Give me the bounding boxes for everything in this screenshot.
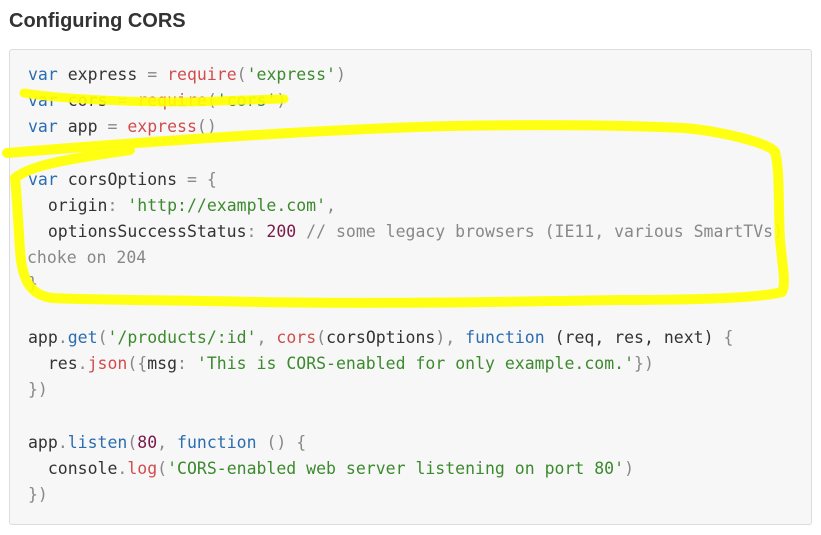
punctuation: ): [335, 65, 346, 84]
function-call: require: [167, 65, 237, 84]
punctuation: {: [296, 433, 307, 452]
punctuation: ,: [256, 328, 277, 347]
identifier: console: [28, 459, 118, 478]
code-line: var cors = require('cors'): [28, 88, 286, 114]
punctuation: (: [157, 459, 168, 478]
code-line: var express = require('express'): [28, 62, 346, 88]
identifier: corsOptions: [57, 170, 187, 189]
keyword-var: var: [28, 170, 58, 189]
identifier: res: [28, 354, 78, 373]
code-line: }): [28, 482, 48, 508]
string-literal: 'http://example.com': [127, 196, 327, 215]
punctuation: (: [206, 91, 217, 110]
punctuation: (): [196, 117, 217, 136]
punctuation: (: [316, 328, 327, 347]
identifier: cors: [57, 91, 118, 110]
code-line: console.log('CORS-enabled web server lis…: [28, 456, 634, 482]
code-line: app.listen(80, function () {: [28, 430, 306, 456]
code-line: app.get('/products/:id', cors(corsOption…: [28, 325, 733, 351]
punctuation: }: [28, 274, 38, 293]
keyword-function: function: [465, 328, 545, 347]
function-call: require: [137, 91, 207, 110]
punctuation: .: [77, 354, 88, 373]
punctuation: }): [28, 485, 48, 504]
punctuation: (: [127, 433, 138, 452]
punctuation: .: [117, 459, 128, 478]
identifier: express: [57, 65, 148, 84]
punctuation: .: [57, 328, 68, 347]
operator: =: [147, 65, 158, 84]
keyword-var: var: [28, 117, 58, 136]
punctuation: ({: [127, 354, 148, 373]
section-heading: Configuring CORS: [9, 10, 186, 32]
code-comment: // some legacy browsers (IE11, various S…: [296, 222, 783, 241]
string-literal: 'cors': [216, 91, 277, 110]
code-line: origin: 'http://example.com',: [28, 193, 336, 219]
punctuation: (: [97, 328, 108, 347]
identifier: corsOptions: [326, 328, 436, 347]
string-literal: 'This is CORS-enabled for only example.c…: [196, 354, 635, 373]
operator: =: [107, 117, 118, 136]
punctuation: (): [256, 433, 297, 452]
punctuation: ,: [157, 433, 178, 452]
punctuation: (: [236, 65, 247, 84]
code-line: var app = express(): [28, 114, 217, 140]
code-block[interactable]: var express = require('express') var cor…: [9, 49, 812, 525]
function-call: express: [127, 117, 197, 136]
operator: =: [186, 170, 197, 189]
punctuation: ): [624, 459, 634, 478]
punctuation: ,: [326, 196, 336, 215]
string-literal: '/products/:id': [107, 328, 257, 347]
punctuation: :: [177, 354, 197, 373]
punctuation: {: [196, 170, 217, 189]
punctuation: ): [276, 91, 287, 110]
code-line: res.json({msg: 'This is CORS-enabled for…: [28, 351, 654, 377]
code-line: var corsOptions = {: [28, 167, 217, 193]
property-key: optionsSuccessStatus: [28, 222, 247, 241]
code-comment: choke on 204: [27, 248, 147, 267]
method-name: log: [127, 459, 158, 478]
code-line: }): [28, 377, 48, 403]
method-name: listen: [67, 433, 128, 452]
number-literal: 200: [266, 222, 297, 241]
number-literal: 80: [137, 433, 158, 452]
property-key: msg: [147, 354, 178, 373]
method-name: json: [87, 354, 128, 373]
punctuation: {: [723, 328, 734, 347]
code-line: optionsSuccessStatus: 200 // some legacy…: [28, 219, 783, 245]
string-literal: 'express': [246, 65, 336, 84]
method-name: get: [67, 328, 98, 347]
property-key: origin: [28, 196, 108, 215]
identifier: app: [28, 433, 58, 452]
punctuation: }): [634, 354, 654, 373]
identifier: app: [57, 117, 108, 136]
string-literal: 'CORS-enabled web server listening on po…: [167, 459, 625, 478]
keyword-var: var: [28, 65, 58, 84]
punctuation: }): [28, 380, 48, 399]
punctuation: :: [107, 196, 118, 215]
code-line: choke on 204: [27, 245, 146, 271]
punctuation: ),: [435, 328, 466, 347]
punctuation: :: [246, 222, 257, 241]
function-call: cors: [276, 328, 317, 347]
keyword-var: var: [28, 91, 58, 110]
code-line: }: [28, 271, 38, 297]
identifier: app: [28, 328, 58, 347]
punctuation: .: [57, 433, 68, 452]
keyword-function: function: [177, 433, 257, 452]
operator: =: [117, 91, 128, 110]
parameters: (req, res, next): [544, 328, 724, 347]
